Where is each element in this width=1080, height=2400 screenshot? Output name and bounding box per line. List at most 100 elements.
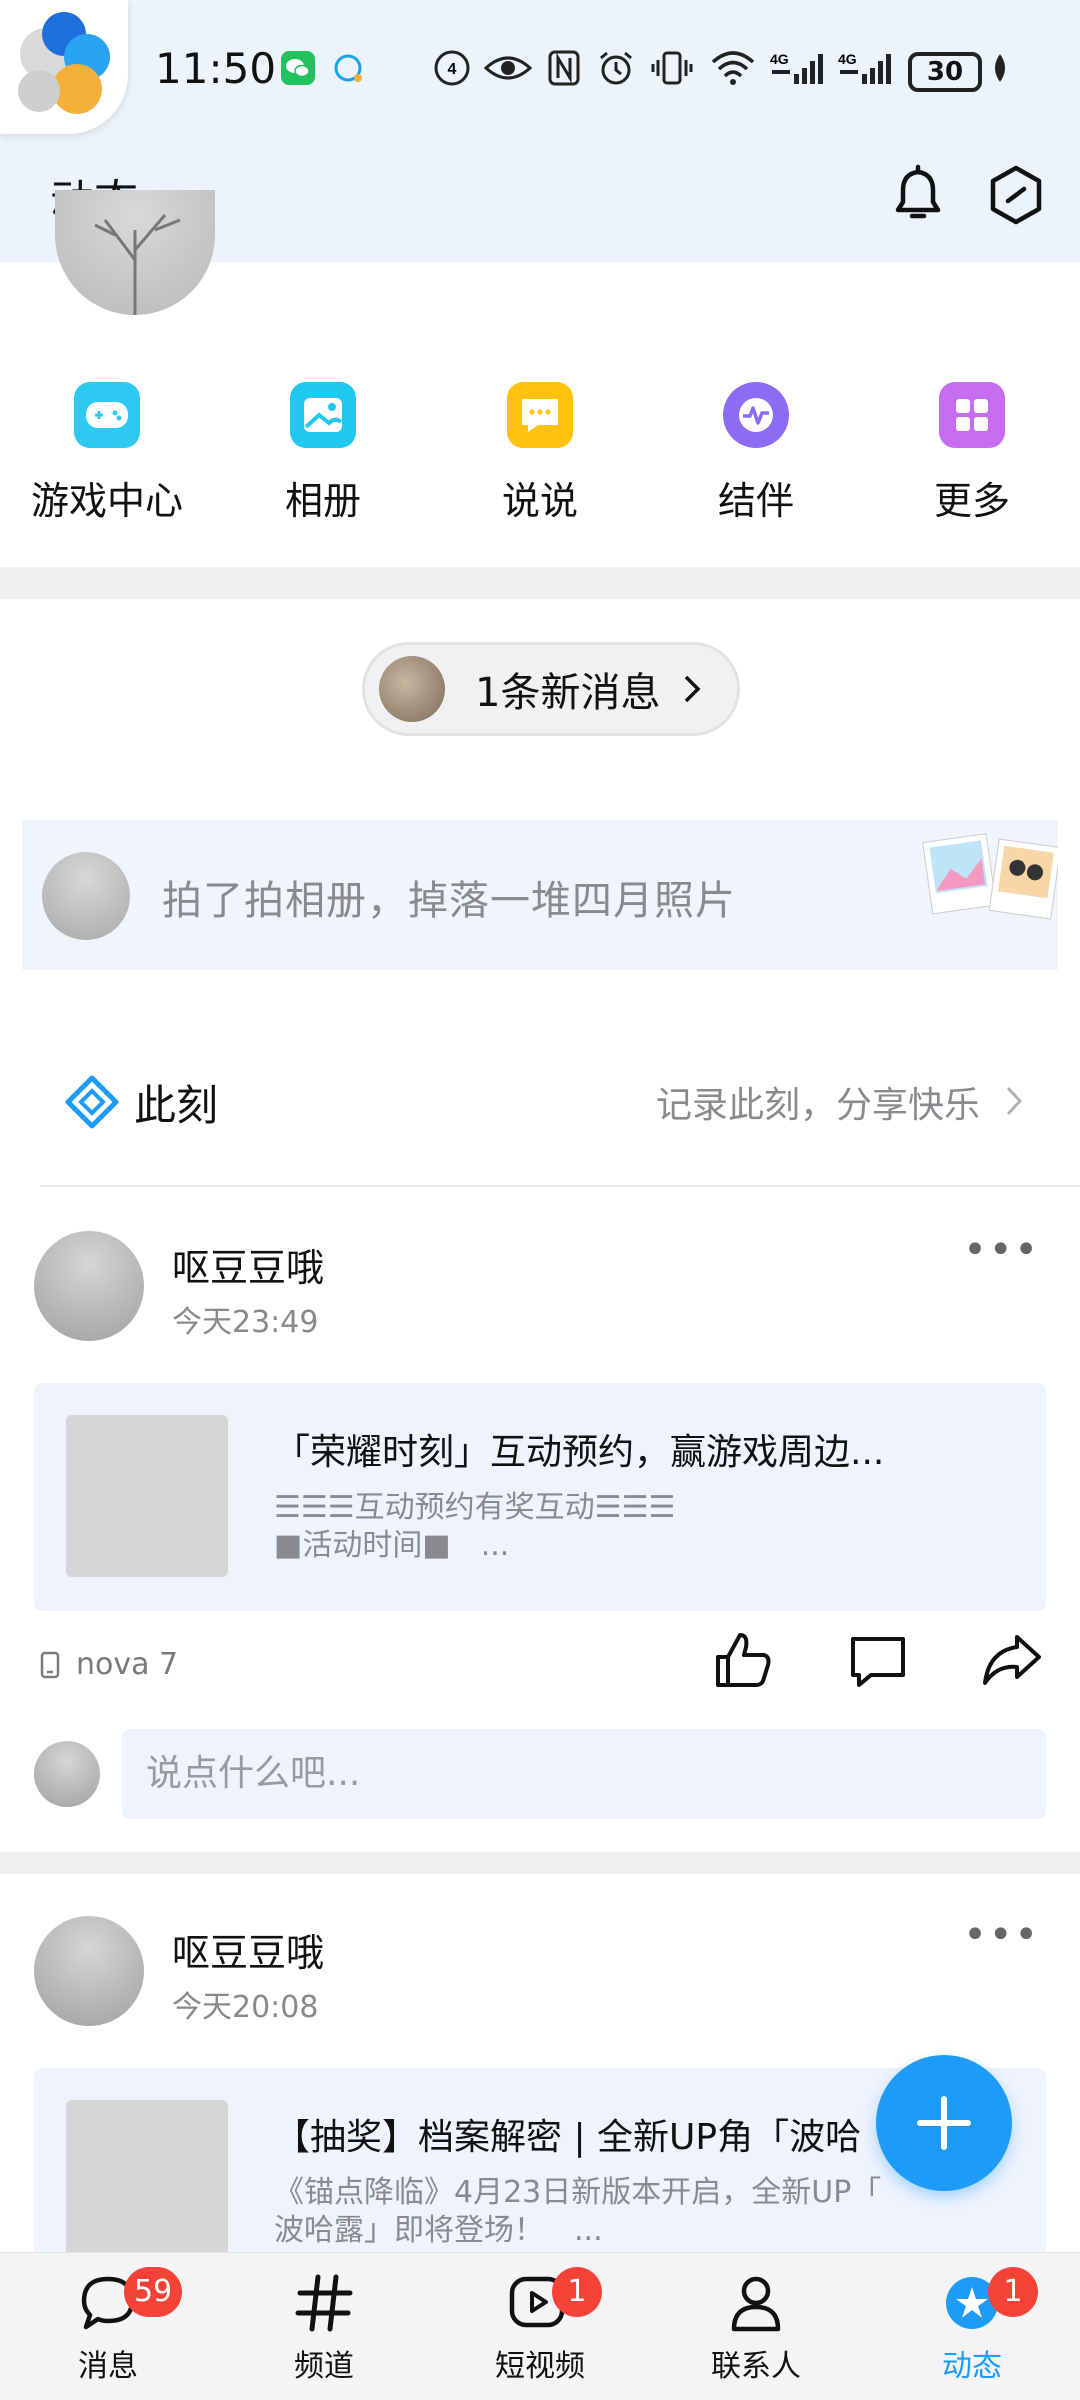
moment-hint: 记录此刻，分享快乐: [655, 1085, 980, 1126]
nav-feed[interactable]: 动态 1: [864, 2253, 1080, 2400]
bottom-nav: 消息 59 频道 短视频 1 联系人 动态 1: [0, 2252, 1080, 2400]
nav-label: 联系人: [711, 2349, 801, 2384]
shortcut-partner[interactable]: 结伴: [666, 370, 846, 525]
moment-row[interactable]: 此刻 记录此刻，分享快乐: [0, 1040, 1080, 1160]
share-button[interactable]: [977, 1625, 1047, 1695]
gamepad-icon: [74, 382, 140, 448]
card-thumbnail: [66, 2100, 228, 2252]
section-divider: [0, 1852, 1080, 1874]
card-title: 「荣耀时刻」互动预约，赢游戏周边...: [274, 1432, 885, 1473]
shortcut-label: 更多: [933, 479, 1010, 523]
nav-label: 消息: [78, 2349, 138, 2384]
card-title: 【抽奖】档案解密 | 全新UP角「波哈: [274, 2117, 862, 2158]
pulse-chat-icon: [723, 382, 789, 448]
avatar[interactable]: [34, 1231, 144, 1341]
post-time: 今天20:08: [172, 1990, 319, 2025]
signal-4g-icon: 4G: [770, 51, 823, 84]
avatar: [379, 656, 445, 722]
speech-bubble-icon: [507, 382, 573, 448]
photo-album-icon: [290, 382, 356, 448]
leaf-icon: [995, 54, 1005, 82]
divider: [40, 1185, 1080, 1187]
status-bar: 11:50 4 4G 4G 30: [0, 0, 1080, 145]
nav-channels[interactable]: 频道: [216, 2253, 432, 2400]
device-tag: nova 7: [40, 1647, 178, 1682]
status-time: 11:50: [155, 44, 277, 93]
vibrate-icon: [651, 51, 693, 85]
moment-diamond-icon: [65, 1075, 119, 1129]
thumbs-up-icon: [716, 1633, 771, 1687]
person-icon: [731, 2276, 781, 2332]
post-author[interactable]: 呕豆豆哦: [172, 1922, 324, 1977]
battery-indicator: 30: [908, 52, 982, 92]
nav-short-video[interactable]: 短视频 1: [432, 2253, 648, 2400]
card-thumbnail: [66, 1415, 228, 1577]
card-description-line: ☰☰☰互动预约有奖互动☰☰☰: [274, 1490, 676, 1525]
shortcut-label: 相册: [284, 479, 361, 523]
hexagon-settings-icon: [990, 165, 1042, 225]
card-description-line: 《锚点降临》4月23日新版本开启，全新UP「: [274, 2175, 882, 2210]
shared-card[interactable]: 「荣耀时刻」互动预约，赢游戏周边... ☰☰☰互动预约有奖互动☰☰☰ ■活动时间…: [34, 1383, 1046, 1611]
settings-button[interactable]: [986, 162, 1046, 228]
nav-messages[interactable]: 消息 59: [0, 2253, 216, 2400]
album-banner[interactable]: 拍了拍相册，掉落一堆四月照片: [22, 820, 1058, 970]
post-time: 今天23:49: [172, 1305, 319, 1340]
new-message-text: 1条新消息: [475, 670, 661, 716]
chevron-right-icon: [685, 675, 701, 703]
comment-button[interactable]: [843, 1625, 913, 1695]
card-description-line: 波哈露」即将登场！ ...: [274, 2213, 603, 2248]
nfc-icon: [548, 50, 580, 86]
signal-4g-icon: 4G: [838, 51, 891, 84]
plus-icon: [917, 2096, 971, 2150]
svg-text:4: 4: [448, 61, 457, 78]
avatar[interactable]: [34, 1916, 144, 2026]
chevron-right-icon: [1006, 1086, 1023, 1116]
grid-more-icon: [939, 382, 1005, 448]
comment-input[interactable]: 说点什么吧...: [122, 1729, 1046, 1819]
shortcut-label: 说说: [501, 479, 578, 523]
more-options-button[interactable]: •••: [963, 1912, 1040, 1958]
shortcut-row: 游戏中心 相册 说说 结伴 更多: [0, 370, 1080, 540]
profile-avatar[interactable]: [55, 190, 215, 315]
more-options-button[interactable]: •••: [963, 1227, 1040, 1273]
shortcut-game-center[interactable]: 游戏中心: [17, 370, 197, 525]
unread-badge: 59: [124, 2267, 183, 2317]
wechat-icon: [281, 51, 315, 85]
shortcut-more[interactable]: 更多: [882, 370, 1062, 525]
like-button[interactable]: [708, 1625, 778, 1695]
bell-icon: [895, 164, 941, 219]
shortcut-album[interactable]: 相册: [233, 370, 413, 525]
tree-photo: [94, 214, 181, 315]
qq-logo-icon: [0, 0, 128, 134]
new-message-pill[interactable]: 1条新消息: [362, 642, 740, 736]
share-arrow-icon: [983, 1635, 1041, 1685]
wifi-icon: [711, 51, 755, 85]
moment-label: 此刻: [134, 1081, 219, 1130]
nav-label: 短视频: [495, 2349, 585, 2384]
post-author[interactable]: 呕豆豆哦: [172, 1237, 324, 1292]
nav-contacts[interactable]: 联系人: [648, 2253, 864, 2400]
shortcut-label: 结伴: [717, 479, 794, 523]
unread-badge: 1: [988, 2267, 1038, 2317]
hd-icon: 4: [434, 50, 470, 86]
eye-icon: [484, 56, 532, 80]
photos-icon: [922, 833, 1058, 920]
album-banner-text: 拍了拍相册，掉落一堆四月照片: [162, 878, 736, 924]
chat-bubble-icon: [334, 54, 362, 82]
svg-text:4G: 4G: [838, 51, 857, 67]
card-description-line: ■活动时间■ ...: [274, 1528, 510, 1563]
svg-text:4G: 4G: [770, 51, 789, 67]
section-divider: [0, 567, 1080, 599]
phone-icon: [40, 1651, 60, 1678]
nav-label: 频道: [294, 2349, 354, 2384]
shortcut-posts[interactable]: 说说: [450, 370, 630, 525]
unread-badge: 1: [552, 2267, 602, 2317]
feed-post: 呕豆豆哦 今天23:49 ••• 「荣耀时刻」互动预约，赢游戏周边... ☰☰☰…: [0, 1225, 1080, 1845]
notification-button[interactable]: [888, 162, 948, 228]
hashtag-icon: [295, 2274, 353, 2332]
device-name: nova 7: [76, 1647, 179, 1682]
compose-fab-button[interactable]: [876, 2055, 1012, 2191]
shortcut-label: 游戏中心: [30, 479, 183, 523]
comment-icon: [851, 1637, 905, 1687]
avatar: [42, 852, 130, 940]
